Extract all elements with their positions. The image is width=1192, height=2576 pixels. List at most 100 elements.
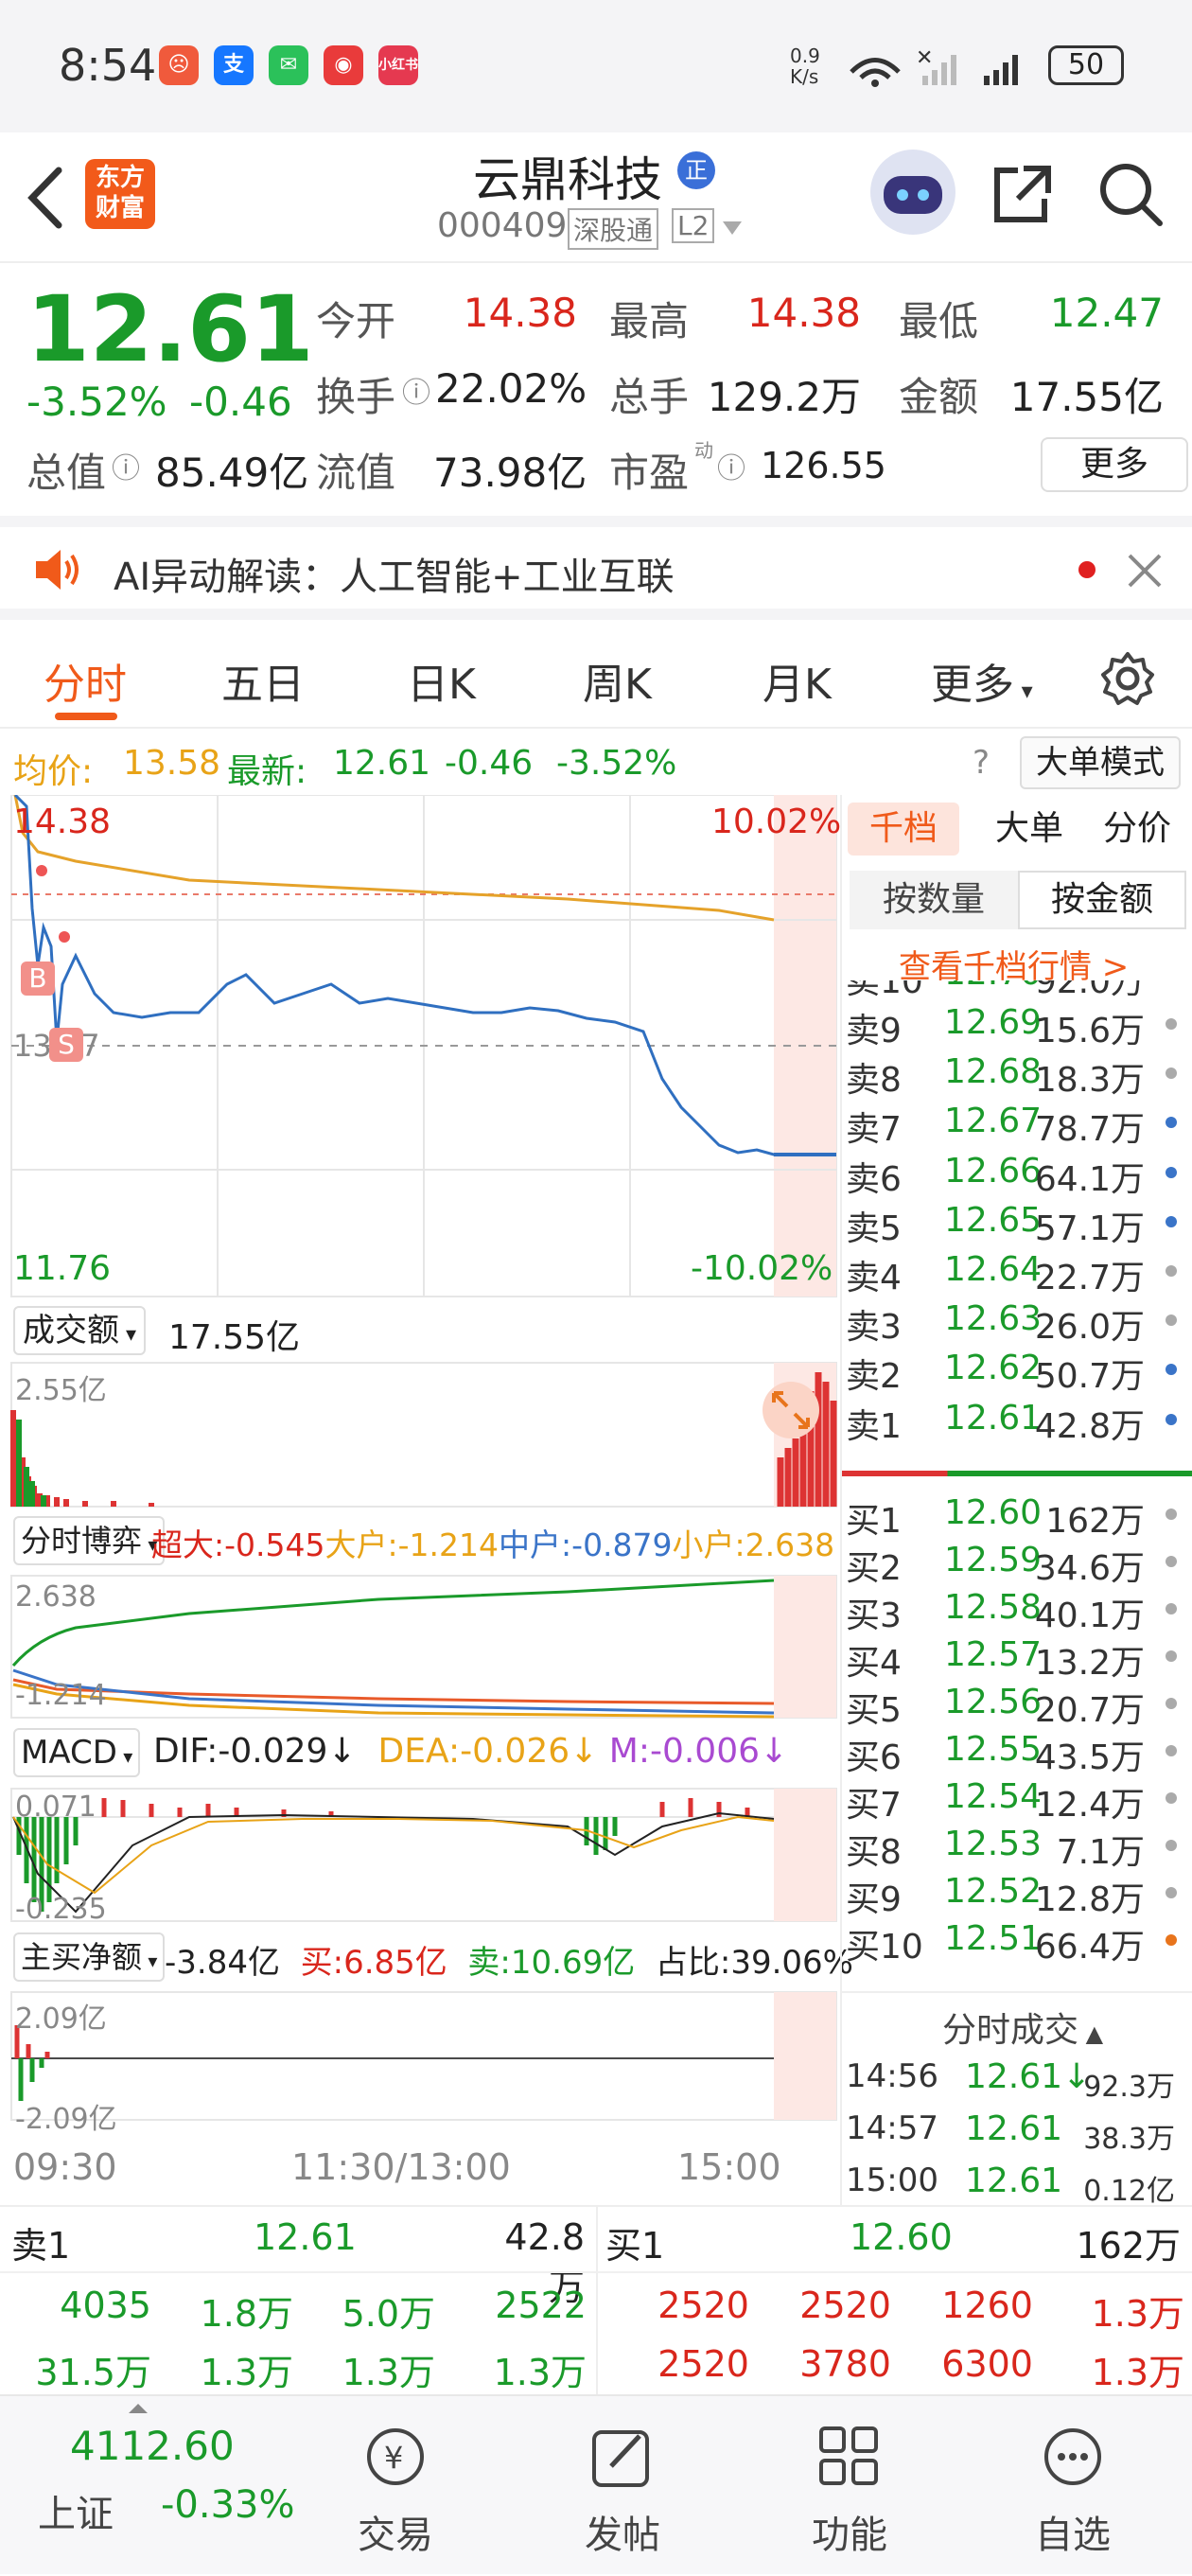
order-level-label: 买3 <box>846 1597 902 1635</box>
tab-intraday[interactable]: 分时 <box>44 650 127 711</box>
bid-row[interactable]: 买10 12.51 66.4万 <box>842 1915 1192 1967</box>
ask-row[interactable]: 卖8 12.68 18.3万 <box>842 1049 1192 1100</box>
order-dot-icon <box>1166 1840 1177 1851</box>
ask-row[interactable]: 卖1 12.61 42.8万 <box>842 1395 1192 1446</box>
back-icon[interactable] <box>21 165 68 231</box>
toggle-by-quantity[interactable]: 按数量 <box>850 871 1018 929</box>
nav-functions[interactable]: 功能 <box>755 2423 944 2559</box>
nav-watchlist[interactable]: 自选 <box>978 2423 1167 2559</box>
bottom-right-row2: 2520 3780 6300 1.3万 <box>598 2338 1192 2394</box>
flow-selector[interactable]: 主买净额 ▾ <box>13 1932 166 1982</box>
info-icon[interactable]: ⓘ <box>112 445 140 486</box>
bid-row[interactable]: 买1 12.60 162万 <box>842 1490 1192 1541</box>
buy-marker[interactable]: B <box>21 962 55 996</box>
order-dot-icon <box>1166 1314 1177 1327</box>
ticks-title[interactable]: 分时成交 ▲ <box>942 2003 1103 2052</box>
macd-top-label: 0.071 <box>15 1791 96 1824</box>
index-ticker[interactable]: 4112.60 上证 -0.33% <box>0 2396 295 2576</box>
game-top-label: 2.638 <box>15 1580 96 1614</box>
ask-row[interactable]: 卖5 12.65 57.1万 <box>842 1197 1192 1248</box>
order-level-label: 买8 <box>846 1833 902 1872</box>
bid-row[interactable]: 买7 12.54 12.4万 <box>842 1773 1192 1825</box>
app-notification-icon: ☹ <box>159 45 199 85</box>
big-order-mode-button[interactable]: 大单模式 <box>1020 736 1181 789</box>
order-volume: 34.6万 <box>1034 1549 1145 1588</box>
expand-icon[interactable] <box>766 1385 815 1435</box>
more-button[interactable]: 更多 <box>1041 437 1188 492</box>
bid-row[interactable]: 买2 12.59 34.6万 <box>842 1537 1192 1588</box>
change-percent: -3.52% <box>26 379 167 425</box>
share-icon[interactable] <box>990 161 1056 227</box>
tab-monthly-k[interactable]: 月K <box>763 650 832 711</box>
time-axis-mid: 11:30/13:00 <box>291 2146 511 2188</box>
stock-code: 000409 <box>437 206 568 245</box>
ask-row[interactable]: 卖9 12.69 15.6万 <box>842 999 1192 1050</box>
more-icon <box>1044 2428 1101 2485</box>
wechat-icon: ✉ <box>269 45 308 85</box>
tick-price: 12.61 <box>965 2161 1063 2200</box>
toggle-by-amount[interactable]: 按金额 <box>1018 871 1186 929</box>
tab-big-orders[interactable]: 大单 <box>982 803 1077 856</box>
info-icon[interactable]: ⓘ <box>402 369 430 411</box>
bottom-cell: 1.3万 <box>1091 2293 1184 2335</box>
help-icon[interactable]: ? <box>973 744 990 782</box>
bid-row[interactable]: 买4 12.57 13.2万 <box>842 1632 1192 1683</box>
tick-volume: 92.3万 <box>1083 2071 1175 2104</box>
order-price: 12.63 <box>944 1299 1043 1339</box>
tick-row: 14:56 12.61↓ 92.3万 <box>842 2054 1192 2104</box>
float-label: 流值 <box>316 450 396 496</box>
ask-row[interactable]: 卖3 12.63 26.0万 <box>842 1296 1192 1347</box>
order-price: 12.57 <box>944 1635 1043 1674</box>
game-selector[interactable]: 分时博弈 ▾ <box>13 1516 166 1565</box>
order-price: 12.64 <box>944 1250 1043 1289</box>
flow-top-label: 2.09亿 <box>15 2003 107 2036</box>
bid-row[interactable]: 买8 12.53 7.1万 <box>842 1821 1192 1872</box>
bottom-cell: 3780 <box>799 2343 891 2385</box>
tab-price-dist[interactable]: 分价 <box>1090 803 1184 856</box>
volume-selector[interactable]: 成交额 ▾ <box>13 1306 147 1355</box>
bottom-left-row1: 4035 1.8万 5.0万 2522 <box>0 2279 596 2336</box>
order-price: 12.62 <box>944 1349 1043 1388</box>
intraday-chart-area[interactable]: 14.38 10.02% 11.76 -10.02% 13.07 B S 成交额… <box>0 793 853 2205</box>
order-level-label: 买10 <box>846 1928 923 1967</box>
low-label: 最低 <box>899 298 979 344</box>
bid-row[interactable]: 买9 12.52 12.8万 <box>842 1868 1192 1919</box>
sell-marker[interactable]: S <box>49 1028 83 1062</box>
net-speed: 0.9 K/s <box>790 44 820 88</box>
ask-row[interactable]: 卖2 12.62 50.7万 <box>842 1345 1192 1396</box>
tab-five-day[interactable]: 五日 <box>221 650 305 711</box>
bottom-right-price: 12.60 <box>850 2216 953 2258</box>
ask-row[interactable]: 卖6 12.66 64.1万 <box>842 1148 1192 1199</box>
bid-row[interactable]: 买3 12.58 40.1万 <box>842 1584 1192 1635</box>
chevron-down-icon[interactable] <box>721 220 744 238</box>
order-price: 12.69 <box>944 1003 1043 1042</box>
order-price: 12.60 <box>944 1493 1043 1532</box>
close-icon[interactable] <box>1126 552 1164 590</box>
ask-row[interactable]: 卖4 12.64 22.7万 <box>842 1246 1192 1297</box>
tab-depth[interactable]: 千档 <box>848 803 959 856</box>
top-price-label: 14.38 <box>13 803 112 841</box>
search-icon[interactable] <box>1097 161 1166 229</box>
bid-list: 买1 12.60 162万 买2 12.59 34.6万 买3 12.58 40.1万 买4 12.… <box>842 1490 1192 1982</box>
settings-icon[interactable] <box>1099 650 1156 707</box>
game-bottom-label: -1.214 <box>15 1679 107 1712</box>
ai-robot-icon[interactable] <box>870 150 955 235</box>
change-amount: -0.46 <box>189 379 292 425</box>
tab-daily-k[interactable]: 日K <box>407 650 476 711</box>
caret-up-icon <box>129 2404 148 2413</box>
ai-insight-bar[interactable]: AI异动解读：人工智能+工业互联 <box>0 516 1192 620</box>
bid-row[interactable]: 买5 12.56 20.7万 <box>842 1679 1192 1730</box>
bid-row[interactable]: 买6 12.55 43.5万 <box>842 1726 1192 1777</box>
macd-selector[interactable]: MACD ▾ <box>13 1728 141 1777</box>
game-values: 超大:-0.545大户:-1.214中户:-0.879小户:2.638 <box>151 1526 835 1563</box>
ask-row[interactable]: 卖7 12.67 78.7万 <box>842 1098 1192 1149</box>
info-icon[interactable]: ⓘ <box>717 445 745 486</box>
order-dot-icon <box>1166 1265 1177 1277</box>
nav-post[interactable]: 发帖 <box>528 2423 717 2559</box>
tick-price: 12.61↓ <box>965 2057 1092 2096</box>
nav-trade[interactable]: ¥ 交易 <box>301 2423 490 2559</box>
order-price: 12.66 <box>944 1151 1043 1191</box>
tab-weekly-k[interactable]: 周K <box>583 650 652 711</box>
order-level-label: 买9 <box>846 1880 902 1919</box>
tab-more[interactable]: 更多 ▾ <box>931 650 1033 711</box>
